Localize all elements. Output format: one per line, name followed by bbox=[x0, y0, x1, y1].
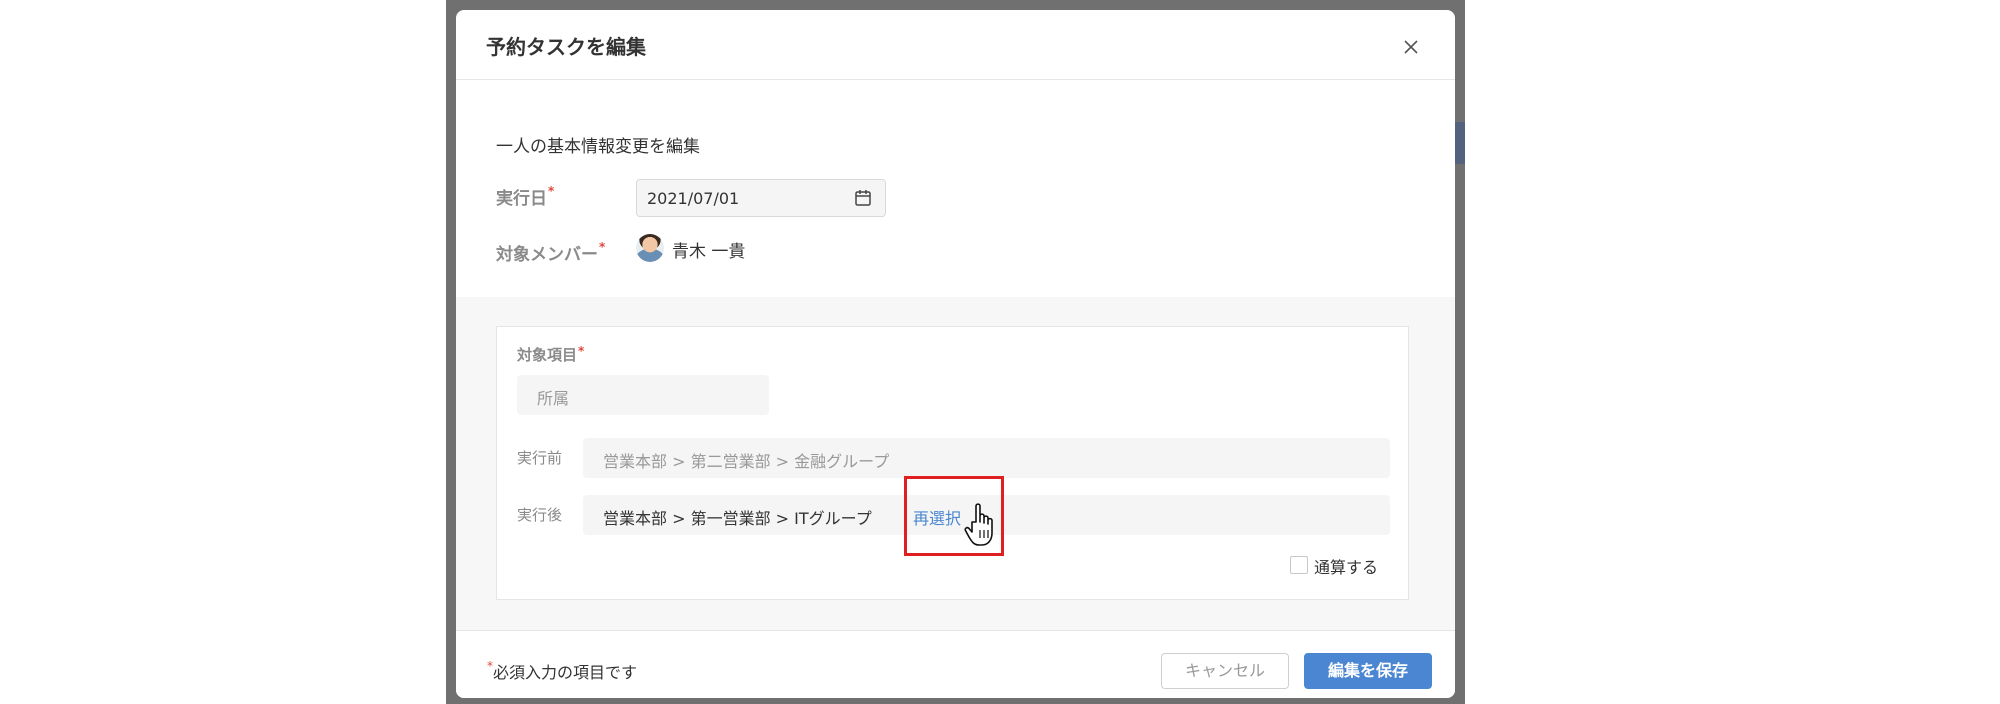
after-label: 実行後 bbox=[517, 506, 563, 524]
basic-info-section: 一人の基本情報変更を編集 実行日* 2021/07/01 対象メンバー* 青木 … bbox=[456, 80, 1455, 297]
edit-scheduled-task-dialog: 予約タスクを編集 一人の基本情報変更を編集 実行日* 2021/07/01 対象… bbox=[456, 10, 1455, 698]
required-mark: * bbox=[548, 184, 555, 198]
cancel-button[interactable]: キャンセル bbox=[1161, 653, 1289, 689]
change-details-section: 対象項目* 所属 実行前 営業本部 > 第二営業部 > 金融グループ 実行後 営… bbox=[456, 297, 1455, 630]
save-button[interactable]: 編集を保存 bbox=[1304, 653, 1432, 689]
required-mark: * bbox=[599, 240, 606, 254]
target-item-label: 対象項目* bbox=[517, 344, 585, 364]
target-item-value: 所属 bbox=[537, 389, 570, 408]
change-panel: 対象項目* 所属 実行前 営業本部 > 第二営業部 > 金融グループ 実行後 営… bbox=[496, 326, 1409, 600]
calendar-icon[interactable] bbox=[853, 188, 873, 208]
execution-date-input[interactable]: 2021/07/01 bbox=[636, 179, 886, 217]
execution-date-label: 実行日* bbox=[496, 184, 555, 209]
required-field-note: *必須入力の項目です bbox=[487, 659, 638, 682]
target-item-select[interactable]: 所属 bbox=[517, 375, 769, 415]
close-icon[interactable] bbox=[1399, 35, 1423, 59]
task-description: 一人の基本情報変更を編集 bbox=[496, 137, 700, 157]
before-value-box: 営業本部 > 第二営業部 > 金融グループ bbox=[583, 438, 1390, 478]
target-member-name: 青木 一貴 bbox=[672, 242, 746, 262]
dialog-footer: *必須入力の項目です キャンセル 編集を保存 bbox=[456, 630, 1455, 698]
before-label: 実行前 bbox=[517, 449, 563, 467]
target-member-label: 対象メンバー* bbox=[496, 240, 606, 265]
cumulative-checkbox[interactable] bbox=[1290, 556, 1308, 574]
dialog-title: 予約タスクを編集 bbox=[486, 35, 646, 59]
avatar bbox=[636, 234, 664, 262]
after-value: 営業本部 > 第一営業部 > ITグループ bbox=[603, 509, 872, 528]
execution-date-value: 2021/07/01 bbox=[647, 189, 740, 208]
hand-pointer-icon bbox=[964, 503, 993, 546]
dialog-header: 予約タスクを編集 bbox=[456, 10, 1455, 80]
before-value: 営業本部 > 第二営業部 > 金融グループ bbox=[603, 452, 890, 471]
required-mark: * bbox=[578, 344, 585, 358]
cumulative-checkbox-label[interactable]: 通算する bbox=[1314, 554, 1378, 578]
